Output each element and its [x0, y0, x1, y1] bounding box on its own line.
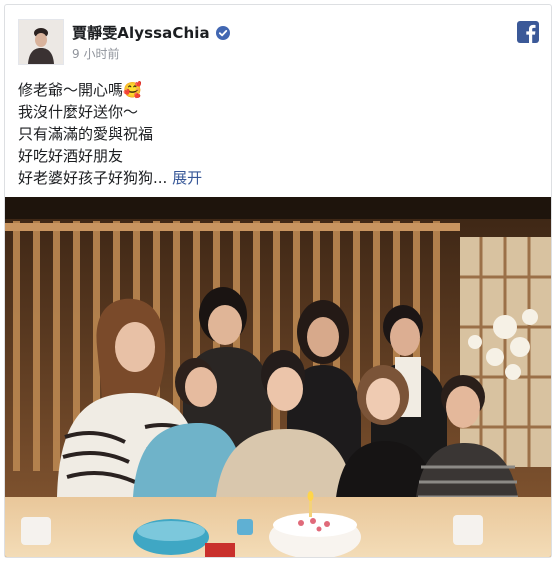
post-timestamp[interactable]: 9 小时前: [72, 45, 119, 62]
verified-badge-icon: [215, 25, 230, 40]
facebook-logo-icon[interactable]: [517, 21, 539, 43]
post-text: 修老爺～開心嗎🥰 我沒什麼好送你～ 只有滿滿的愛與祝福 好吃好酒好朋友 好老婆好…: [18, 79, 537, 189]
post-line-5-row: 好老婆好孩子好狗狗... 展开: [18, 167, 537, 189]
post-line-1: 修老爺～開心嗎🥰: [18, 81, 142, 99]
post-card: 賈靜雯AlyssaChia 9 小时前 修老爺～開心嗎🥰 我沒什麼好送你～ 只有…: [4, 4, 552, 558]
avatar-image: [19, 20, 63, 64]
author-row: 賈靜雯AlyssaChia: [72, 22, 230, 43]
post-line-5: 好老婆好孩子好狗狗...: [18, 169, 168, 187]
post-line-2: 我沒什麼好送你～: [18, 103, 139, 121]
author-avatar[interactable]: [18, 19, 64, 65]
post-line-4: 好吃好酒好朋友: [18, 147, 124, 165]
see-more-link[interactable]: 展开: [172, 169, 202, 187]
post-photo[interactable]: [5, 197, 551, 557]
post-line-3: 只有滿滿的愛與祝福: [18, 125, 154, 143]
author-name[interactable]: 賈靜雯AlyssaChia: [72, 22, 210, 43]
group-photo-image: [5, 197, 551, 557]
post-header: 賈靜雯AlyssaChia 9 小时前: [18, 19, 539, 65]
